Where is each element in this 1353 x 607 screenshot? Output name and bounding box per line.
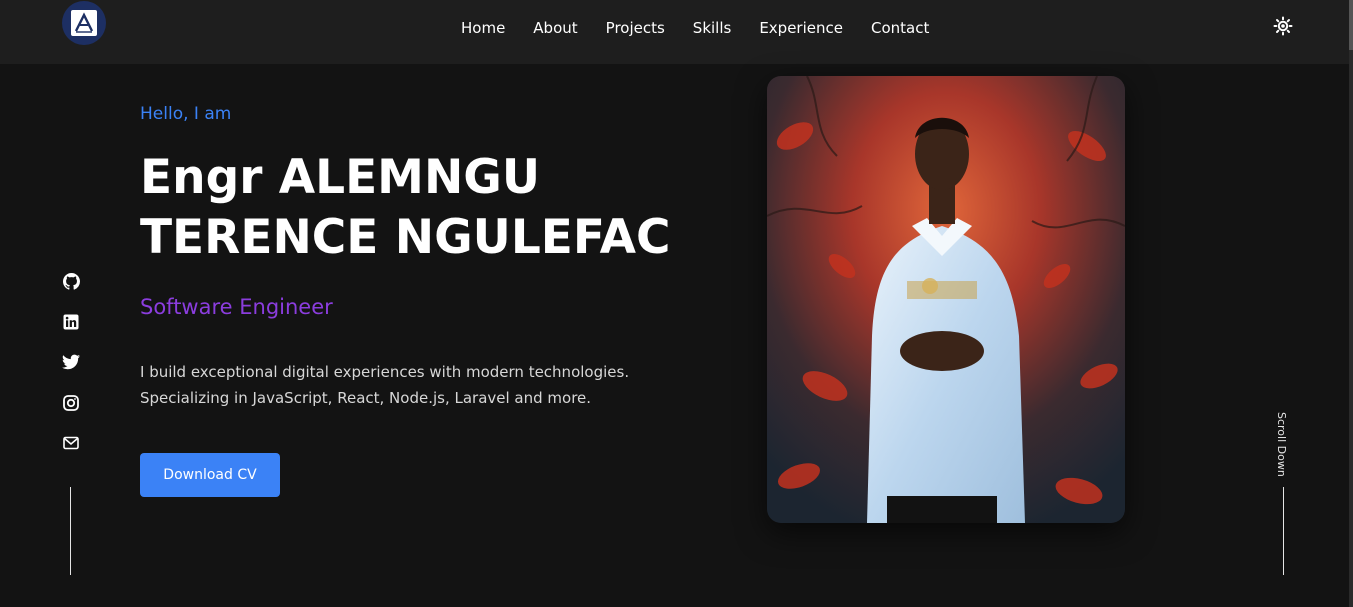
scroll-down-hint[interactable]: Scroll Down — [1275, 412, 1290, 482]
nav-about[interactable]: About — [533, 18, 577, 38]
linkedin-icon — [63, 314, 79, 329]
nav-home[interactable]: Home — [461, 18, 505, 38]
social-links — [60, 270, 82, 473]
nav-skills[interactable]: Skills — [693, 18, 732, 38]
navbar: Home About Projects Skills Experience Co… — [0, 0, 1349, 64]
profile-photo — [767, 76, 1125, 523]
sun-icon — [1273, 16, 1293, 36]
theme-toggle-button[interactable] — [1273, 16, 1293, 36]
instagram-icon — [63, 394, 79, 411]
nav-links: Home About Projects Skills Experience Co… — [461, 18, 957, 38]
nav-contact[interactable]: Contact — [871, 18, 929, 38]
hero-greeting: Hello, I am — [140, 104, 232, 124]
download-cv-button[interactable]: Download CV — [140, 453, 280, 497]
github-icon — [62, 272, 80, 290]
linkedin-link[interactable] — [60, 311, 82, 333]
email-link[interactable] — [60, 432, 82, 454]
scrollbar-thumb[interactable] — [1349, 0, 1353, 50]
nav-experience[interactable]: Experience — [759, 18, 843, 38]
mail-icon — [63, 436, 79, 450]
social-divider-line — [70, 487, 71, 575]
scroll-down-label: Scroll Down — [1275, 412, 1288, 477]
hero-description: I build exceptional digital experiences … — [140, 363, 630, 407]
brand-logo-icon — [71, 10, 97, 36]
nav-projects[interactable]: Projects — [606, 18, 665, 38]
brand-logo[interactable] — [62, 1, 106, 45]
scroll-indicator-line — [1283, 487, 1284, 575]
github-link[interactable] — [60, 270, 82, 292]
hero-name: Engr ALEMNGU TERENCE NGULEFAC — [140, 150, 671, 265]
twitter-icon — [62, 354, 80, 370]
hero-role: Software Engineer — [140, 295, 333, 319]
instagram-link[interactable] — [60, 392, 82, 414]
twitter-link[interactable] — [60, 351, 82, 373]
page-scrollbar[interactable] — [1349, 0, 1353, 607]
